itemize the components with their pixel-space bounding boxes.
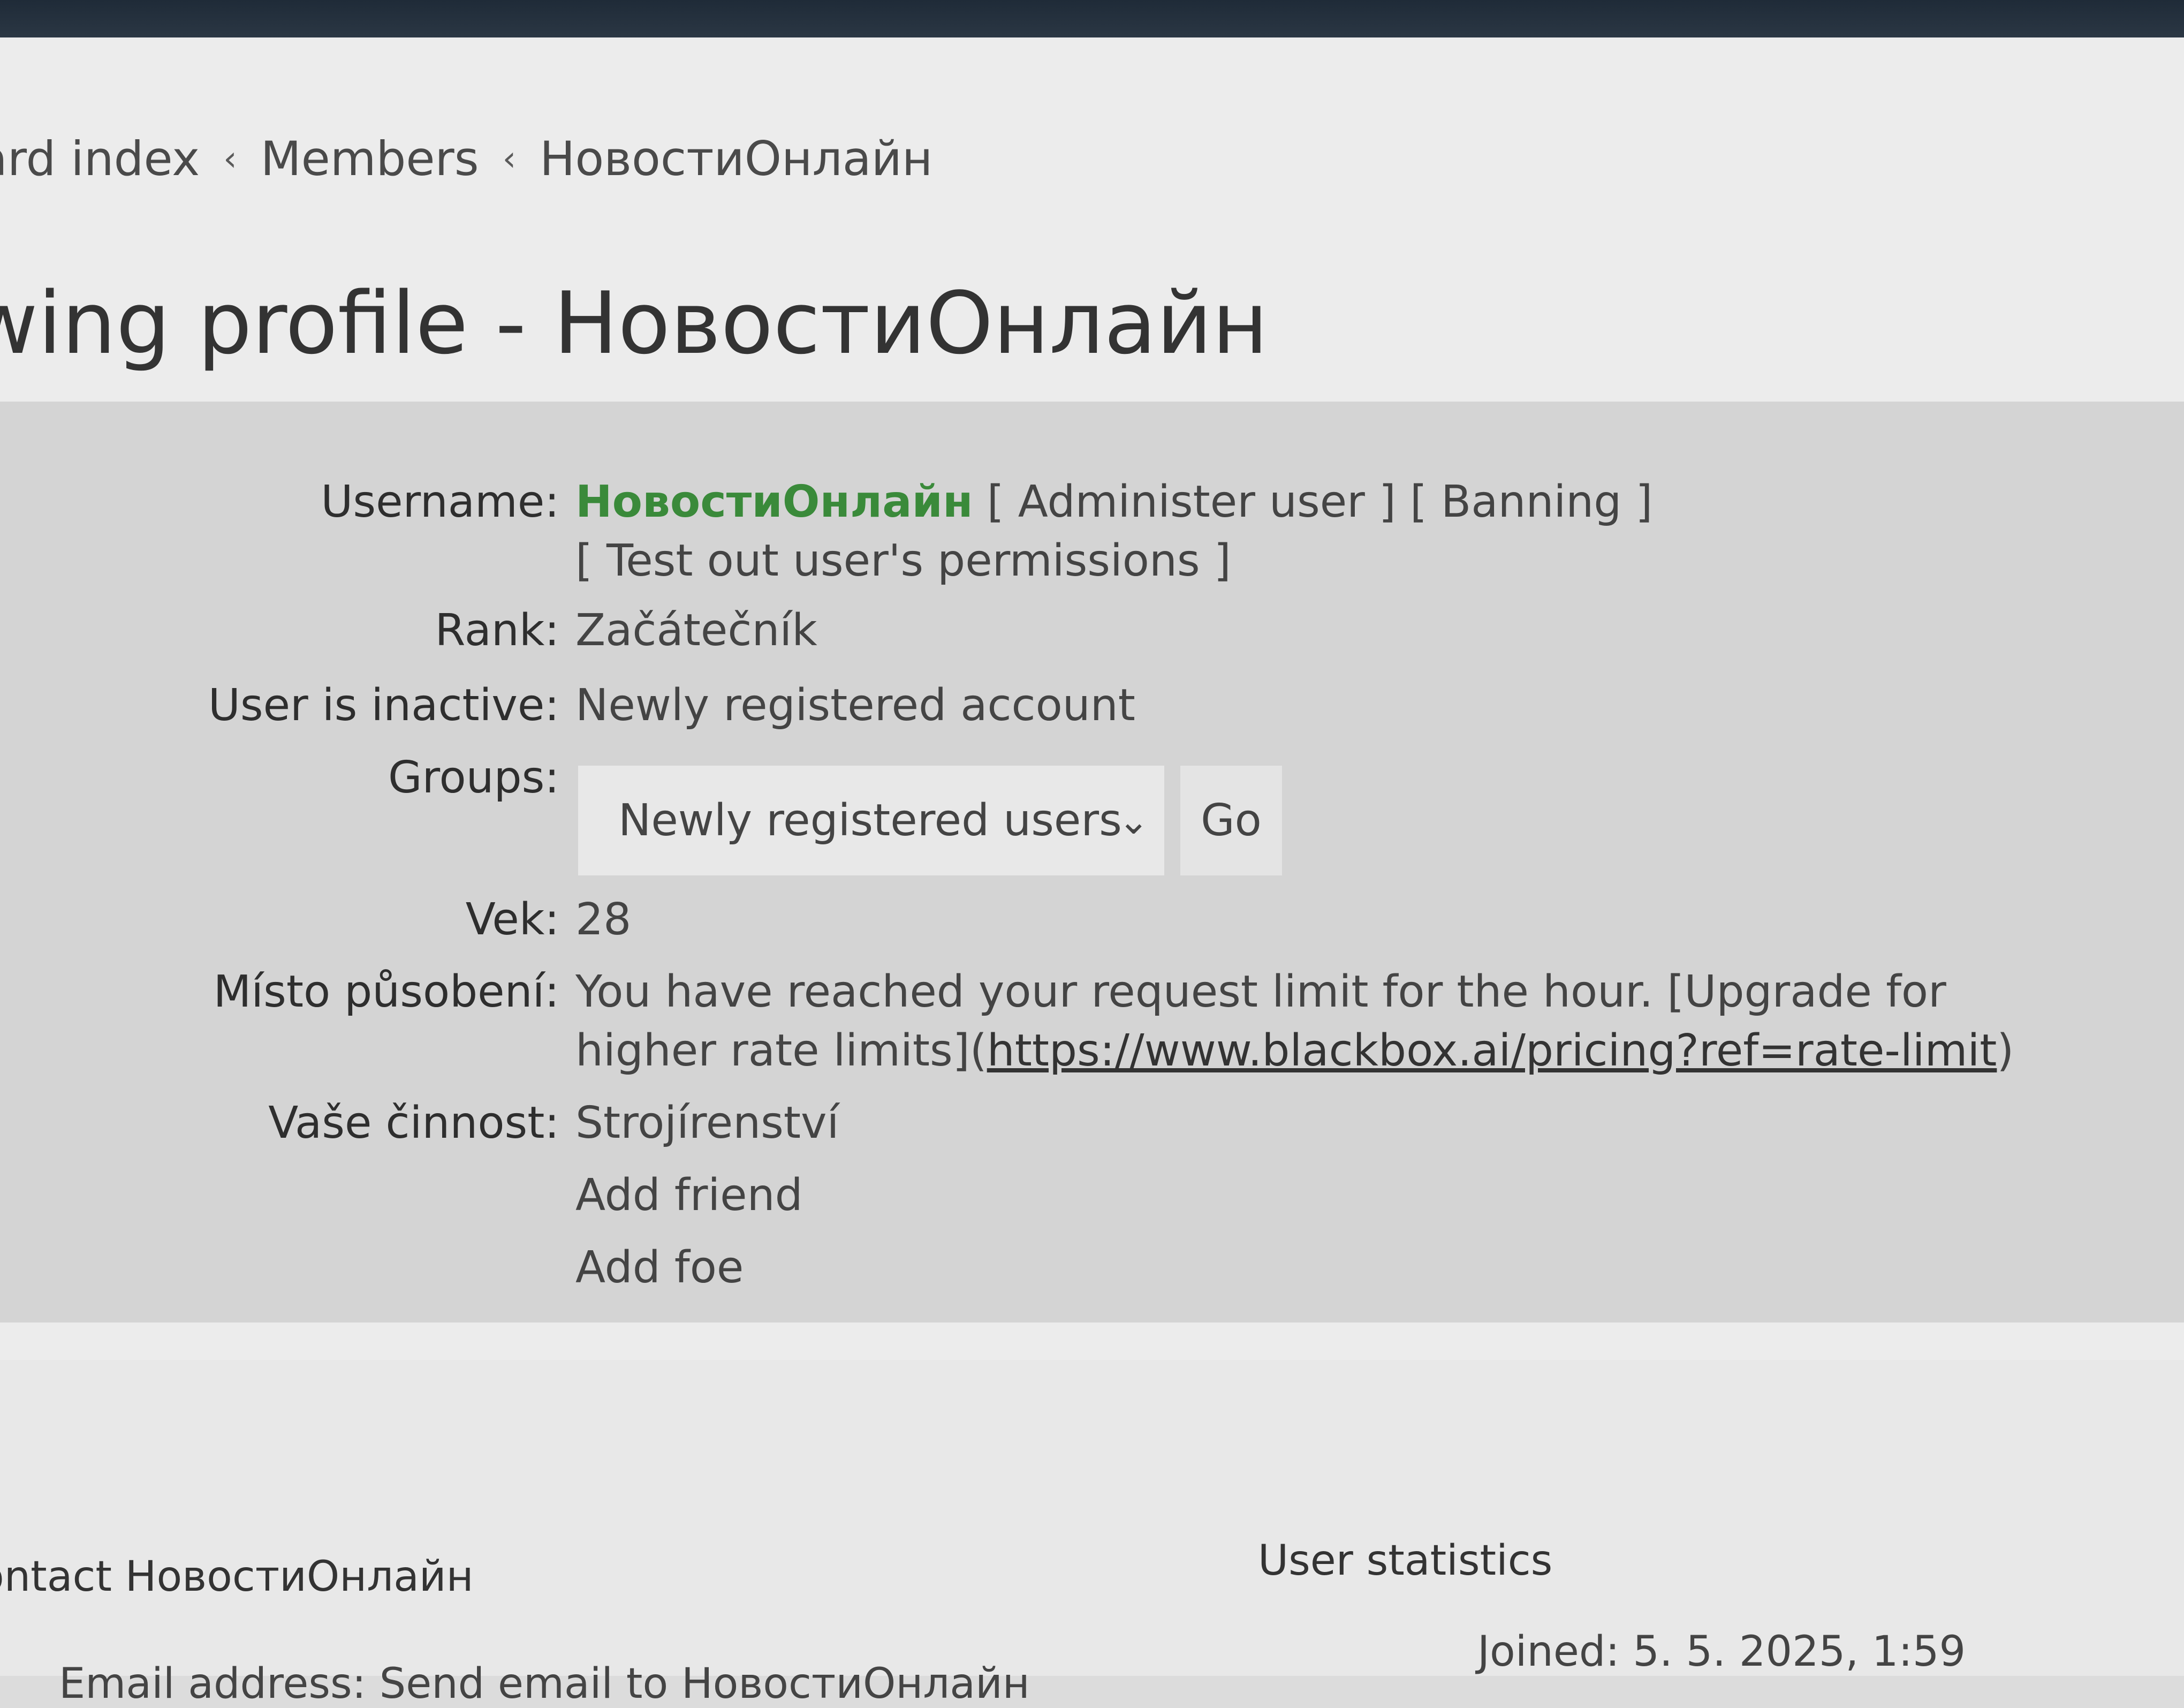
administer-user-link[interactable]: [ Administer user ]: [987, 477, 1396, 527]
inactive-value: Newly registered account: [575, 680, 1135, 731]
contact-and-stats-section: ontact НовостиОнлайн User statistics Joi…: [0, 1360, 2184, 1708]
cinnost-value: Strojírenství: [575, 1098, 839, 1148]
profile-page: ard index ‹ Members ‹ НовостиОнлайн wing…: [0, 37, 2184, 1708]
breadcrumb-board-index[interactable]: ard index: [0, 131, 200, 186]
breadcrumb: ard index ‹ Members ‹ НовостиОнлайн: [0, 131, 932, 186]
banning-link[interactable]: [ Banning ]: [1410, 477, 1652, 527]
username-label: Username:: [321, 477, 559, 527]
add-foe-link[interactable]: Add foe: [575, 1242, 744, 1293]
breadcrumb-separator: ‹: [502, 139, 517, 179]
rank-value: Začátečník: [575, 605, 817, 656]
add-friend-link[interactable]: Add friend: [575, 1170, 803, 1221]
groups-row: Groups: Newly registered users ⌄ Go: [0, 752, 2184, 875]
vek-label: Vek:: [465, 894, 559, 945]
inactive-label: User is inactive:: [208, 680, 559, 731]
email-address-row[interactable]: Email address: Send email to НовостиОнла…: [59, 1660, 1030, 1708]
joined-date: Joined: 5. 5. 2025, 1:59: [1477, 1628, 1966, 1676]
misto-value-line1: You have reached your request limit for …: [575, 966, 1946, 1017]
breadcrumb-separator: ‹: [223, 139, 237, 179]
misto-text: higher rate limits](: [575, 1025, 987, 1076]
username-value: НовостиОнлайн [ Administer user ] [ Bann…: [575, 477, 1652, 527]
page-title: wing profile - НовостиОнлайн: [0, 273, 1268, 373]
rank-label: Rank:: [435, 605, 559, 656]
profile-details-panel: Username: НовостиОнлайн [ Administer use…: [0, 402, 2184, 1322]
test-permissions-link[interactable]: [ Test out user's permissions ]: [575, 535, 1231, 586]
misto-label: Místo působení:: [213, 966, 559, 1017]
misto-text-end: ): [1997, 1025, 2014, 1076]
pricing-link[interactable]: https://www.blackbox.ai/pricing?ref=rate…: [987, 1025, 1997, 1076]
misto-value-line2: higher rate limits](https://www.blackbox…: [575, 1025, 2014, 1076]
contact-heading: ontact НовостиОнлайн: [0, 1553, 474, 1601]
breadcrumb-current-user[interactable]: НовостиОнлайн: [540, 131, 932, 186]
breadcrumb-members[interactable]: Members: [261, 131, 479, 186]
vek-value: 28: [575, 894, 632, 945]
cinnost-label: Vaše činnost:: [268, 1098, 559, 1148]
username-name: НовостиОнлайн: [575, 477, 973, 527]
user-statistics-heading: User statistics: [1258, 1537, 1553, 1585]
chevron-down-icon: ⌄: [1118, 799, 1149, 843]
groups-selected-value: Newly registered users: [618, 795, 1122, 846]
groups-select[interactable]: Newly registered users ⌄: [578, 766, 1164, 875]
groups-label: Groups:: [388, 752, 559, 803]
go-button[interactable]: Go: [1180, 766, 1282, 875]
